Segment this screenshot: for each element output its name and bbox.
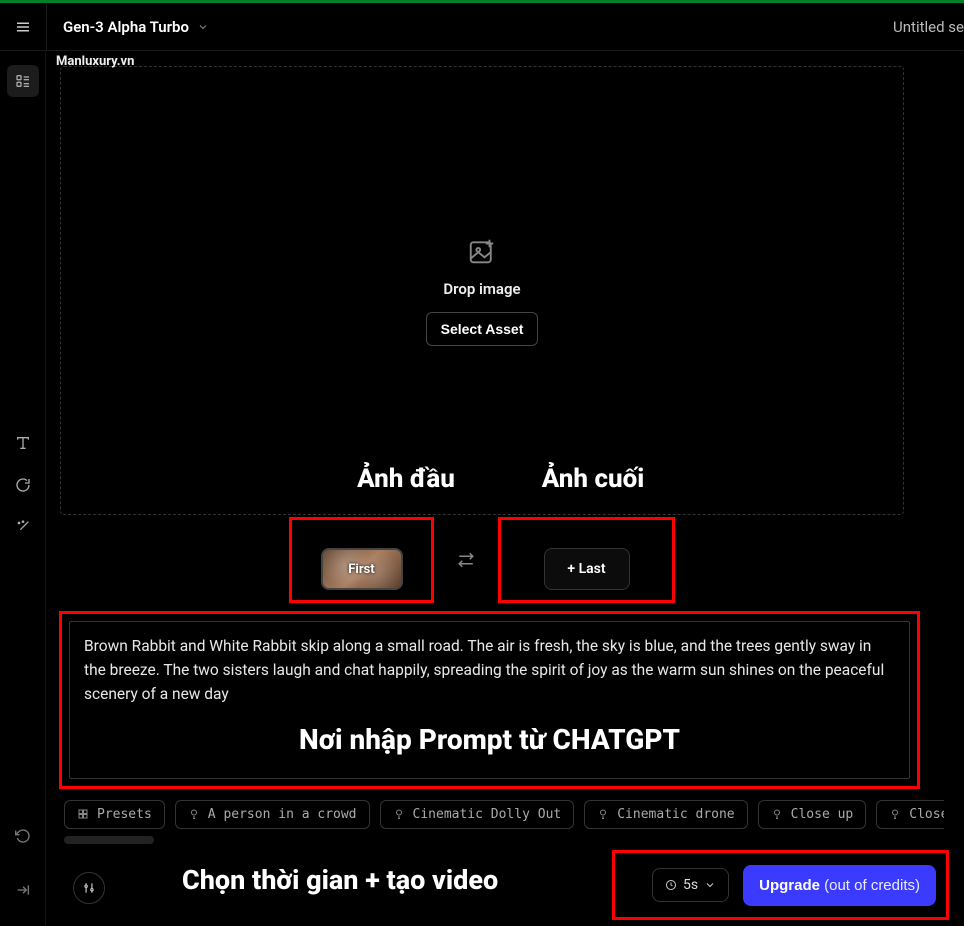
canvas-dropzone[interactable]: Drop image Select Asset bbox=[60, 66, 904, 515]
left-rail-bottom bbox=[0, 820, 46, 926]
bulb-icon bbox=[771, 808, 783, 820]
preset-chip[interactable]: A person in a crowd bbox=[175, 800, 370, 829]
bulb-icon bbox=[188, 808, 200, 820]
preset-chip[interactable]: Close bbox=[876, 800, 944, 829]
upgrade-button[interactable]: Upgrade (out of credits) bbox=[743, 865, 936, 906]
image-plus-icon bbox=[467, 236, 497, 270]
preset-label: Close bbox=[909, 807, 944, 822]
horizontal-scrollbar[interactable] bbox=[64, 836, 154, 844]
preset-label: Close up bbox=[791, 807, 854, 822]
rail-camera-button[interactable] bbox=[7, 469, 39, 501]
duration-value: 5s bbox=[683, 877, 698, 893]
preset-label: A person in a crowd bbox=[208, 807, 357, 822]
annotation-first-label: Ảnh đầu bbox=[316, 464, 496, 494]
preset-chip[interactable]: Cinematic drone bbox=[584, 800, 747, 829]
preset-label: Cinematic Dolly Out bbox=[413, 807, 562, 822]
bulb-icon bbox=[597, 808, 609, 820]
camera-motion-icon bbox=[15, 477, 31, 493]
first-chip-label: First bbox=[348, 562, 374, 577]
chevron-down-icon bbox=[704, 879, 716, 891]
model-name: Gen-3 Alpha Turbo bbox=[63, 18, 189, 36]
rail-magic-button[interactable] bbox=[7, 511, 39, 543]
preset-chip[interactable]: Close up bbox=[758, 800, 867, 829]
annotation-prompt-label: Nơi nhập Prompt từ CHATGPT bbox=[62, 723, 917, 756]
annotation-box-bottom: 5s Upgrade (out of credits) bbox=[612, 850, 949, 920]
annotation-box-first: First bbox=[289, 517, 434, 603]
sliders-icon bbox=[82, 881, 96, 895]
annotation-last-label: Ảnh cuối bbox=[503, 464, 683, 494]
magic-wand-icon bbox=[15, 519, 31, 535]
text-icon bbox=[15, 435, 31, 451]
project-name[interactable]: Untitled se bbox=[893, 18, 964, 36]
first-frame-chip[interactable]: First bbox=[321, 548, 403, 590]
clock-icon bbox=[665, 879, 677, 891]
bulb-icon bbox=[889, 808, 901, 820]
prompt-text: Brown Rabbit and White Rabbit skip along… bbox=[84, 634, 895, 706]
bulb-icon bbox=[393, 808, 405, 820]
annotation-box-prompt: Brown Rabbit and White Rabbit skip along… bbox=[59, 611, 920, 789]
last-chip-label: + Last bbox=[567, 561, 605, 577]
last-frame-chip[interactable]: + Last bbox=[544, 548, 630, 590]
arrow-right-icon bbox=[15, 882, 31, 898]
swap-frames-button[interactable] bbox=[452, 546, 480, 574]
rail-collapse-button[interactable] bbox=[7, 874, 39, 906]
presets-button[interactable]: Presets bbox=[64, 800, 165, 829]
sessions-icon bbox=[15, 73, 31, 89]
annotation-box-last: + Last bbox=[498, 517, 675, 603]
annotation-bottom-label: Chọn thời gian + tạo video bbox=[182, 864, 498, 896]
undo-icon bbox=[15, 828, 31, 844]
drop-label: Drop image bbox=[443, 280, 520, 298]
preset-chip[interactable]: Cinematic Dolly Out bbox=[380, 800, 575, 829]
chevron-down-icon bbox=[197, 21, 209, 33]
preset-label: Cinematic drone bbox=[617, 807, 734, 822]
presets-row: Presets A person in a crowd Cinematic Do… bbox=[64, 797, 944, 831]
rail-text-button[interactable] bbox=[7, 427, 39, 459]
menu-button[interactable] bbox=[0, 3, 46, 51]
watermark-text: Manluxury.vn bbox=[56, 54, 134, 69]
swap-icon bbox=[457, 551, 475, 569]
left-rail bbox=[0, 51, 46, 926]
presets-icon bbox=[77, 808, 89, 820]
top-bar: Gen-3 Alpha Turbo Untitled se bbox=[0, 3, 964, 51]
upgrade-label: Upgrade bbox=[759, 877, 820, 894]
hamburger-icon bbox=[14, 18, 32, 36]
select-asset-button[interactable]: Select Asset bbox=[426, 312, 539, 346]
upgrade-suffix: (out of credits) bbox=[824, 877, 920, 894]
rail-sessions-button[interactable] bbox=[7, 65, 39, 97]
duration-selector[interactable]: 5s bbox=[652, 868, 729, 902]
first-last-row: First + Last bbox=[289, 517, 675, 603]
presets-label: Presets bbox=[97, 807, 152, 822]
rail-undo-button[interactable] bbox=[7, 820, 39, 852]
model-selector[interactable]: Gen-3 Alpha Turbo bbox=[47, 18, 225, 36]
settings-button[interactable] bbox=[73, 872, 105, 904]
